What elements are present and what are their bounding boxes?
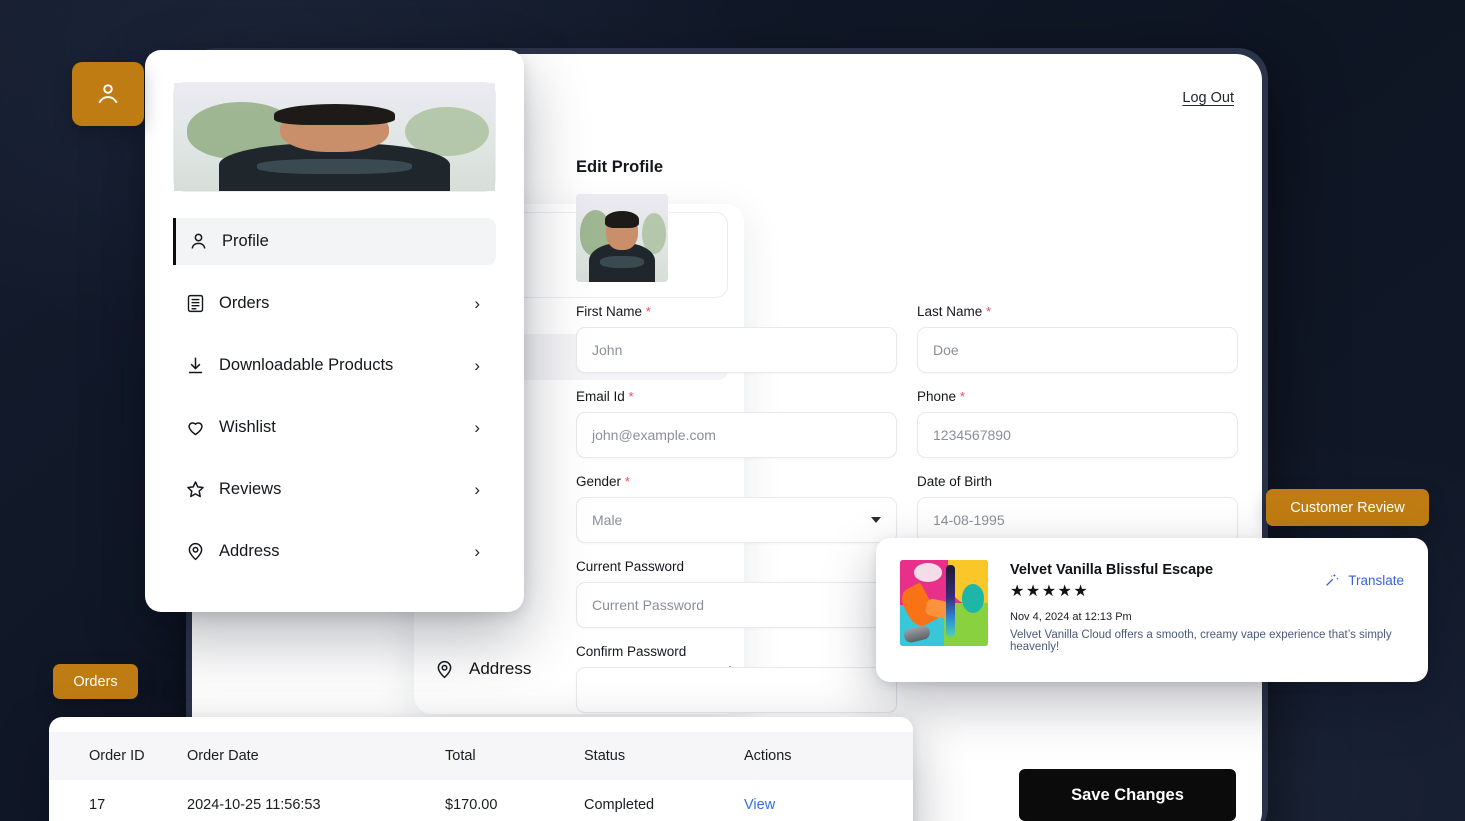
field-email: Email Id * john@example.com bbox=[576, 389, 897, 458]
sidebar-item-label: Wishlist bbox=[219, 418, 276, 436]
field-confirm-password: Confirm Password bbox=[576, 644, 897, 713]
field-first-name: First Name * John bbox=[576, 304, 897, 373]
account-menu-card: John john@example.com Profile Orders › bbox=[145, 50, 524, 612]
star-icon bbox=[187, 481, 204, 498]
account-badge[interactable] bbox=[72, 62, 144, 126]
sidebar-item-label: Downloadable Products bbox=[219, 356, 394, 374]
current-password-input[interactable]: Current Password bbox=[576, 582, 897, 628]
field-label: Last Name * bbox=[917, 304, 992, 319]
required-marker: * bbox=[628, 389, 634, 404]
gender-select[interactable]: Male bbox=[576, 497, 897, 543]
location-pin-icon bbox=[437, 660, 452, 678]
sidebar-item-label: Profile bbox=[222, 232, 269, 250]
location-pin-icon bbox=[188, 542, 203, 561]
customer-review-badge[interactable]: Customer Review bbox=[1266, 489, 1429, 526]
field-label: Current Password bbox=[576, 559, 685, 574]
account-menu-list: Profile Orders › Downloadable Products › bbox=[145, 218, 524, 575]
sidebar-item-label: Reviews bbox=[219, 480, 282, 498]
orders-badge[interactable]: Orders bbox=[53, 664, 138, 699]
chevron-right-icon: › bbox=[474, 356, 480, 375]
profile-photo-image bbox=[576, 194, 668, 282]
heart-icon bbox=[188, 422, 203, 436]
sidebar-item-wishlist[interactable]: Wishlist › bbox=[173, 404, 496, 451]
chevron-down-icon bbox=[871, 517, 881, 523]
sidebar-item-orders[interactable]: Orders › bbox=[173, 280, 496, 327]
view-order-link[interactable]: View bbox=[744, 797, 775, 813]
field-label: Confirm Password bbox=[576, 644, 687, 659]
field-current-password: Current Password Current Password bbox=[576, 559, 897, 628]
logout-link[interactable]: Log Out bbox=[1182, 90, 1234, 106]
phone-input[interactable]: 1234567890 bbox=[917, 412, 1238, 458]
user-icon bbox=[98, 84, 118, 104]
chevron-right-icon: › bbox=[474, 480, 480, 499]
review-timestamp: Nov 4, 2024 at 12:13 Pm bbox=[1010, 611, 1132, 624]
field-label: First Name * bbox=[576, 304, 651, 319]
column-header-status: Status bbox=[584, 732, 744, 780]
required-marker: * bbox=[986, 304, 992, 319]
user-icon bbox=[191, 233, 206, 249]
last-name-input[interactable]: Doe bbox=[917, 327, 1238, 373]
list-icon bbox=[187, 294, 204, 313]
sidebar-item-label: Orders bbox=[219, 294, 270, 312]
review-popup-card: Velvet Vanilla Blissful Escape ★★★★★ Nov… bbox=[876, 538, 1428, 682]
background-menu-item-label: Address bbox=[469, 659, 532, 678]
column-header-order-date: Order Date bbox=[187, 732, 445, 780]
sidebar-item-address[interactable]: Address › bbox=[173, 528, 496, 575]
column-header-actions: Actions bbox=[744, 732, 913, 780]
field-last-name: Last Name * Doe bbox=[917, 304, 1238, 373]
user-summary: John john@example.com bbox=[173, 82, 496, 192]
cell-actions: View bbox=[744, 780, 913, 821]
sidebar-item-downloadable-products[interactable]: Downloadable Products › bbox=[173, 342, 496, 389]
first-name-input[interactable]: John bbox=[576, 327, 897, 373]
sidebar-item-profile[interactable]: Profile bbox=[173, 218, 496, 265]
field-phone: Phone * 1234567890 bbox=[917, 389, 1238, 458]
field-label: Email Id * bbox=[576, 389, 634, 404]
sidebar-item-reviews[interactable]: Reviews › bbox=[173, 466, 496, 513]
required-marker: * bbox=[645, 304, 651, 319]
avatar-image bbox=[174, 83, 495, 191]
field-date-of-birth: Date of Birth 14-08-1995 bbox=[917, 474, 1238, 543]
cell-total: $170.00 bbox=[445, 780, 584, 821]
required-marker: * bbox=[959, 389, 965, 404]
table-row: 17 2024-10-25 11:56:53 $170.00 Completed… bbox=[49, 780, 913, 821]
orders-table-card: Order ID Order Date Total Status Actions… bbox=[49, 717, 913, 821]
translate-button[interactable]: Translate bbox=[1324, 572, 1404, 588]
confirm-password-input[interactable] bbox=[576, 667, 897, 713]
orders-table: Order ID Order Date Total Status Actions… bbox=[49, 732, 913, 821]
translate-label: Translate bbox=[1348, 572, 1404, 588]
table-header-row: Order ID Order Date Total Status Actions bbox=[49, 732, 913, 780]
download-icon bbox=[188, 357, 203, 374]
field-label: Date of Birth bbox=[917, 474, 993, 489]
review-product-image bbox=[900, 560, 988, 646]
chevron-right-icon: › bbox=[474, 542, 480, 561]
field-label: Phone * bbox=[917, 389, 965, 404]
cell-order-id: 17 bbox=[49, 780, 187, 821]
magic-wand-icon bbox=[1326, 573, 1340, 586]
avatar bbox=[174, 83, 495, 191]
column-header-order-id: Order ID bbox=[49, 732, 187, 780]
save-changes-button[interactable]: Save Changes bbox=[1019, 769, 1236, 821]
sidebar-item-label: Address bbox=[219, 542, 280, 560]
profile-photo bbox=[576, 194, 668, 282]
date-of-birth-input[interactable]: 14-08-1995 bbox=[917, 497, 1238, 543]
chevron-right-icon: › bbox=[474, 294, 480, 313]
gender-select-value: Male bbox=[592, 512, 623, 528]
cell-order-date: 2024-10-25 11:56:53 bbox=[187, 780, 445, 821]
required-marker: * bbox=[624, 474, 630, 489]
review-product-thumbnail bbox=[900, 560, 988, 646]
column-header-total: Total bbox=[445, 732, 584, 780]
email-input[interactable]: john@example.com bbox=[576, 412, 897, 458]
review-text: Velvet Vanilla Cloud offers a smooth, cr… bbox=[1010, 629, 1392, 654]
cell-status: Completed bbox=[584, 780, 744, 821]
page-title: Edit Profile bbox=[576, 158, 664, 176]
chevron-right-icon: › bbox=[474, 418, 480, 437]
field-gender: Gender * Male bbox=[576, 474, 897, 543]
field-label: Gender * bbox=[576, 474, 630, 489]
